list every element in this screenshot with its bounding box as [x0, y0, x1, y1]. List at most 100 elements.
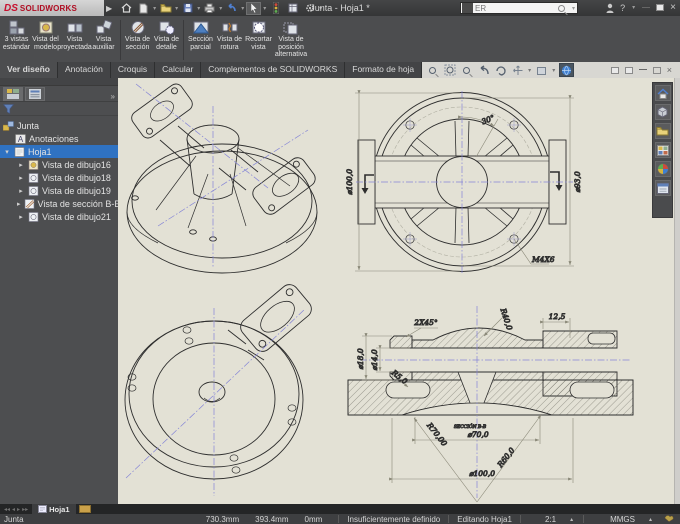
dim-r60[interactable]: R60,0: [495, 445, 518, 470]
search-caret-icon[interactable]: ▾: [572, 5, 575, 12]
sheet-tab-hoja1[interactable]: Hoja1: [32, 504, 76, 514]
login-user-icon[interactable]: [606, 3, 614, 13]
expand-icon[interactable]: ▸: [17, 161, 25, 169]
dim-dia100-front[interactable]: ⌀100,0: [345, 168, 355, 195]
tab-formato-de-hoja[interactable]: Formato de hoja: [345, 62, 423, 78]
dim-dia100-section[interactable]: ⌀100,0: [469, 469, 496, 479]
dim-angle-30[interactable]: 30°: [480, 112, 497, 126]
tree-item-anotaciones[interactable]: A Anotaciones: [0, 132, 118, 145]
expand-collapse-icon[interactable]: ▾: [3, 148, 11, 156]
doc-window-icon-2[interactable]: [624, 66, 633, 74]
doc-window-icon[interactable]: [610, 66, 619, 74]
tilted-view[interactable]: [124, 281, 315, 496]
search-magnifier-icon[interactable]: [557, 4, 565, 12]
file-properties-icon[interactable]: [285, 2, 300, 15]
doc-restore-icon[interactable]: [652, 66, 661, 74]
expand-icon[interactable]: ▸: [17, 213, 25, 221]
dim-dia14[interactable]: ⌀14,0: [370, 349, 380, 371]
print-caret-icon[interactable]: ▾: [219, 5, 222, 12]
hide-show-items-caret-icon[interactable]: ▾: [552, 67, 555, 74]
minimize-icon[interactable]: [642, 6, 651, 8]
doc-minimize-icon[interactable]: [638, 69, 647, 70]
dim-chamfer[interactable]: 2X45°: [413, 318, 439, 328]
zoom-to-fit-icon[interactable]: [426, 64, 439, 76]
taskpane-home-icon[interactable]: [654, 85, 671, 101]
search-box[interactable]: ▾: [460, 2, 578, 14]
iso-view[interactable]: [126, 81, 318, 274]
rebuild-traffic-light-icon[interactable]: [268, 2, 283, 15]
taskpane-appearances-icon[interactable]: [654, 161, 671, 177]
front-view[interactable]: ⌀100,0 ⌀93,0 30° M4X6: [345, 90, 583, 274]
view-settings-globe-icon[interactable]: [559, 63, 575, 77]
zoom-icon[interactable]: [460, 64, 473, 76]
tab-croquis[interactable]: Croquis: [110, 62, 156, 78]
last-sheet-icon[interactable]: ▸▸: [22, 506, 28, 513]
zoom-to-area-icon[interactable]: [443, 64, 456, 76]
new-document-caret-icon[interactable]: ▾: [153, 5, 156, 12]
ribbon-button-vista-de-seccion[interactable]: Vista de sección: [123, 18, 152, 62]
section-view[interactable]: 2X45° R40,0 12,5 ⌀18,0 ⌀14,0 R5,0 R70,00…: [347, 306, 634, 503]
tab-complementos[interactable]: Complementos de SOLIDWORKS: [201, 62, 346, 78]
pan-icon[interactable]: [511, 64, 524, 76]
prev-sheet-icon[interactable]: ◂: [12, 506, 15, 513]
ribbon-button-vista-del-modelo[interactable]: Vista del modelo: [31, 18, 60, 62]
rotate-view-icon[interactable]: [494, 64, 507, 76]
tree-item-hoja1[interactable]: ▾ Hoja1: [0, 145, 118, 158]
featuremanager-tree-tab[interactable]: [3, 87, 23, 101]
restore-icon[interactable]: [656, 4, 665, 11]
dim-dia18[interactable]: ⌀18,0: [356, 348, 366, 370]
select-cursor-icon[interactable]: [246, 1, 262, 15]
sheet-nav-arrows[interactable]: ◂◂ ◂ ▸ ▸▸: [0, 506, 32, 513]
ribbon-button-3-vistas-estandar[interactable]: 3 vistas estándar: [2, 18, 31, 62]
taskpane-custom-properties-icon[interactable]: [654, 180, 671, 196]
new-document-icon[interactable]: [136, 2, 151, 15]
expand-icon[interactable]: ▸: [17, 200, 21, 208]
previous-view-icon[interactable]: [477, 64, 490, 76]
dim-r70[interactable]: R70,00: [424, 420, 449, 449]
search-input[interactable]: [475, 3, 545, 13]
undo-icon[interactable]: [224, 2, 239, 15]
save-icon[interactable]: [180, 2, 195, 15]
menu-expand-arrow-icon[interactable]: ▶: [106, 4, 112, 13]
undo-caret-icon[interactable]: ▾: [241, 5, 244, 12]
panel-overflow-chevron-icon[interactable]: »: [111, 92, 118, 101]
print-icon[interactable]: [202, 2, 217, 15]
filter-funnel-icon[interactable]: [3, 103, 14, 114]
help-caret-icon[interactable]: ▾: [632, 4, 635, 11]
save-caret-icon[interactable]: ▾: [197, 5, 200, 12]
taskpane-file-explorer-icon[interactable]: [654, 123, 671, 139]
dim-dia70[interactable]: ⌀70,0: [467, 430, 489, 440]
ribbon-button-seccion-parcial[interactable]: Sección parcial: [186, 18, 215, 62]
note-m4x6[interactable]: M4X6: [531, 255, 556, 265]
search-scope-icon[interactable]: [462, 3, 473, 13]
options-gear-icon[interactable]: [302, 2, 317, 15]
add-sheet-icon[interactable]: [78, 505, 91, 513]
tree-item-vista-dibujo16[interactable]: ▸ Vista de dibujo16: [0, 158, 118, 171]
home-icon[interactable]: [119, 2, 134, 15]
select-caret-icon[interactable]: ▾: [263, 5, 266, 12]
tree-item-vista-dibujo19[interactable]: ▸ Vista de dibujo19: [0, 184, 118, 197]
ribbon-button-vista-proyectada[interactable]: Vista proyectada: [57, 18, 92, 62]
tab-ver-diseno[interactable]: Ver diseño: [0, 62, 58, 78]
dim-dia93[interactable]: ⌀93,0: [573, 171, 583, 193]
tree-item-vista-seccion-bb[interactable]: ▸ Vista de sección B-B: [0, 197, 120, 210]
next-sheet-icon[interactable]: ▸: [17, 506, 20, 513]
status-editing-mode[interactable]: Editando Hoja1: [449, 515, 520, 524]
ribbon-button-vista-auxiliar[interactable]: Vista auxiliar: [89, 18, 118, 62]
help-icon[interactable]: ?: [620, 3, 625, 13]
open-document-caret-icon[interactable]: ▾: [175, 5, 178, 12]
taskpane-resources-icon[interactable]: [654, 104, 671, 120]
panel-grip[interactable]: [0, 78, 118, 86]
ribbon-button-recortar-vista[interactable]: Recortar vista: [244, 18, 273, 62]
dim-12-5[interactable]: 12,5: [548, 312, 566, 322]
status-sheet-scale[interactable]: 2:1: [521, 515, 570, 524]
tab-calcular[interactable]: Calcular: [155, 62, 202, 78]
tab-anotacion[interactable]: Anotación: [58, 62, 111, 78]
dim-r40[interactable]: R40,0: [498, 306, 515, 332]
scale-caret-icon[interactable]: ▴: [570, 516, 573, 523]
status-tag-icon[interactable]: [664, 514, 674, 524]
first-sheet-icon[interactable]: ◂◂: [4, 506, 10, 513]
propertymanager-tab[interactable]: [25, 87, 45, 101]
doc-close-icon[interactable]: ×: [667, 65, 672, 75]
expand-icon[interactable]: ▸: [17, 187, 25, 195]
